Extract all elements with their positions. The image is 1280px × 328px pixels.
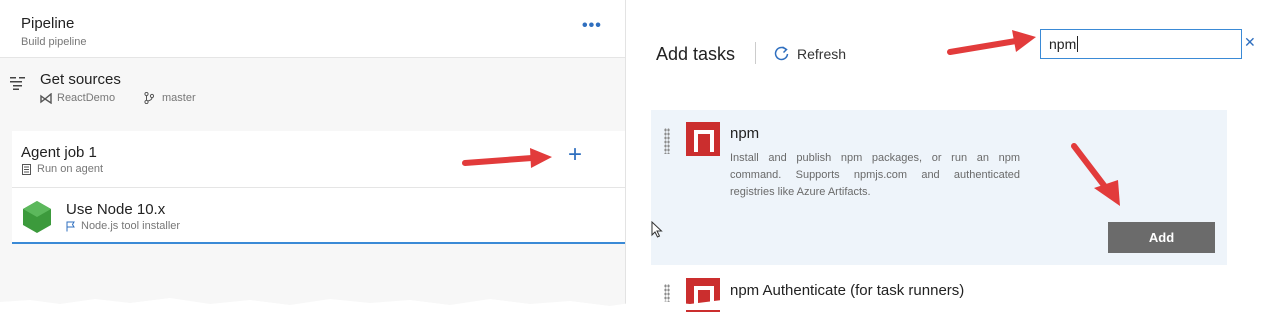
task-description: Install and publish npm packages, or run…	[730, 152, 1020, 198]
drag-handle-icon[interactable]	[664, 128, 670, 154]
agent-job-subtitle: Run on agent	[37, 163, 104, 175]
agent-job-title: Agent job 1	[21, 144, 97, 161]
refresh-icon	[774, 46, 789, 61]
task-search-input[interactable]: npm	[1040, 29, 1242, 59]
refresh-label: Refresh	[797, 46, 847, 62]
torn-edge-right	[1250, 0, 1262, 306]
nodejs-icon	[23, 201, 51, 233]
torn-edge-bottom	[0, 298, 1262, 310]
add-tasks-title: Add tasks	[656, 44, 736, 64]
task-name: npm	[730, 125, 760, 142]
branch-name: master	[162, 92, 196, 104]
screenshot-frame: Pipeline Build pipeline ••• Get sources …	[0, 0, 1262, 312]
sources-icon	[10, 77, 25, 90]
node-task-card[interactable]: Use Node 10.x Node.js tool installer	[12, 188, 625, 244]
more-options-button[interactable]: •••	[582, 17, 602, 35]
flag-icon	[66, 221, 75, 232]
node-task-title: Use Node 10.x	[66, 201, 166, 218]
npm-icon	[686, 122, 720, 156]
get-sources-row[interactable]: Get sources ReactDemo master	[0, 58, 625, 116]
search-value: npm	[1049, 36, 1077, 52]
annotation-arrow-icon	[947, 30, 1036, 55]
text-cursor	[1077, 36, 1079, 52]
node-task-subtitle: Node.js tool installer	[81, 220, 181, 232]
mouse-pointer-icon	[651, 221, 663, 238]
visual-studio-icon	[40, 93, 52, 104]
annotation-arrow-icon	[1071, 143, 1120, 206]
annotation-arrow-icon	[462, 148, 552, 168]
pipeline-title: Pipeline	[21, 15, 75, 32]
add-task-button[interactable]: +	[568, 141, 582, 169]
add-npm-task-button[interactable]: Add	[1108, 222, 1215, 253]
repo-name: ReactDemo	[57, 92, 116, 104]
pipeline-header[interactable]: Pipeline Build pipeline •••	[0, 0, 625, 58]
agent-icon	[22, 164, 31, 175]
pipeline-subtitle: Build pipeline	[21, 36, 87, 48]
header-divider	[755, 42, 756, 64]
get-sources-title: Get sources	[40, 71, 121, 88]
branch-icon	[144, 92, 154, 104]
